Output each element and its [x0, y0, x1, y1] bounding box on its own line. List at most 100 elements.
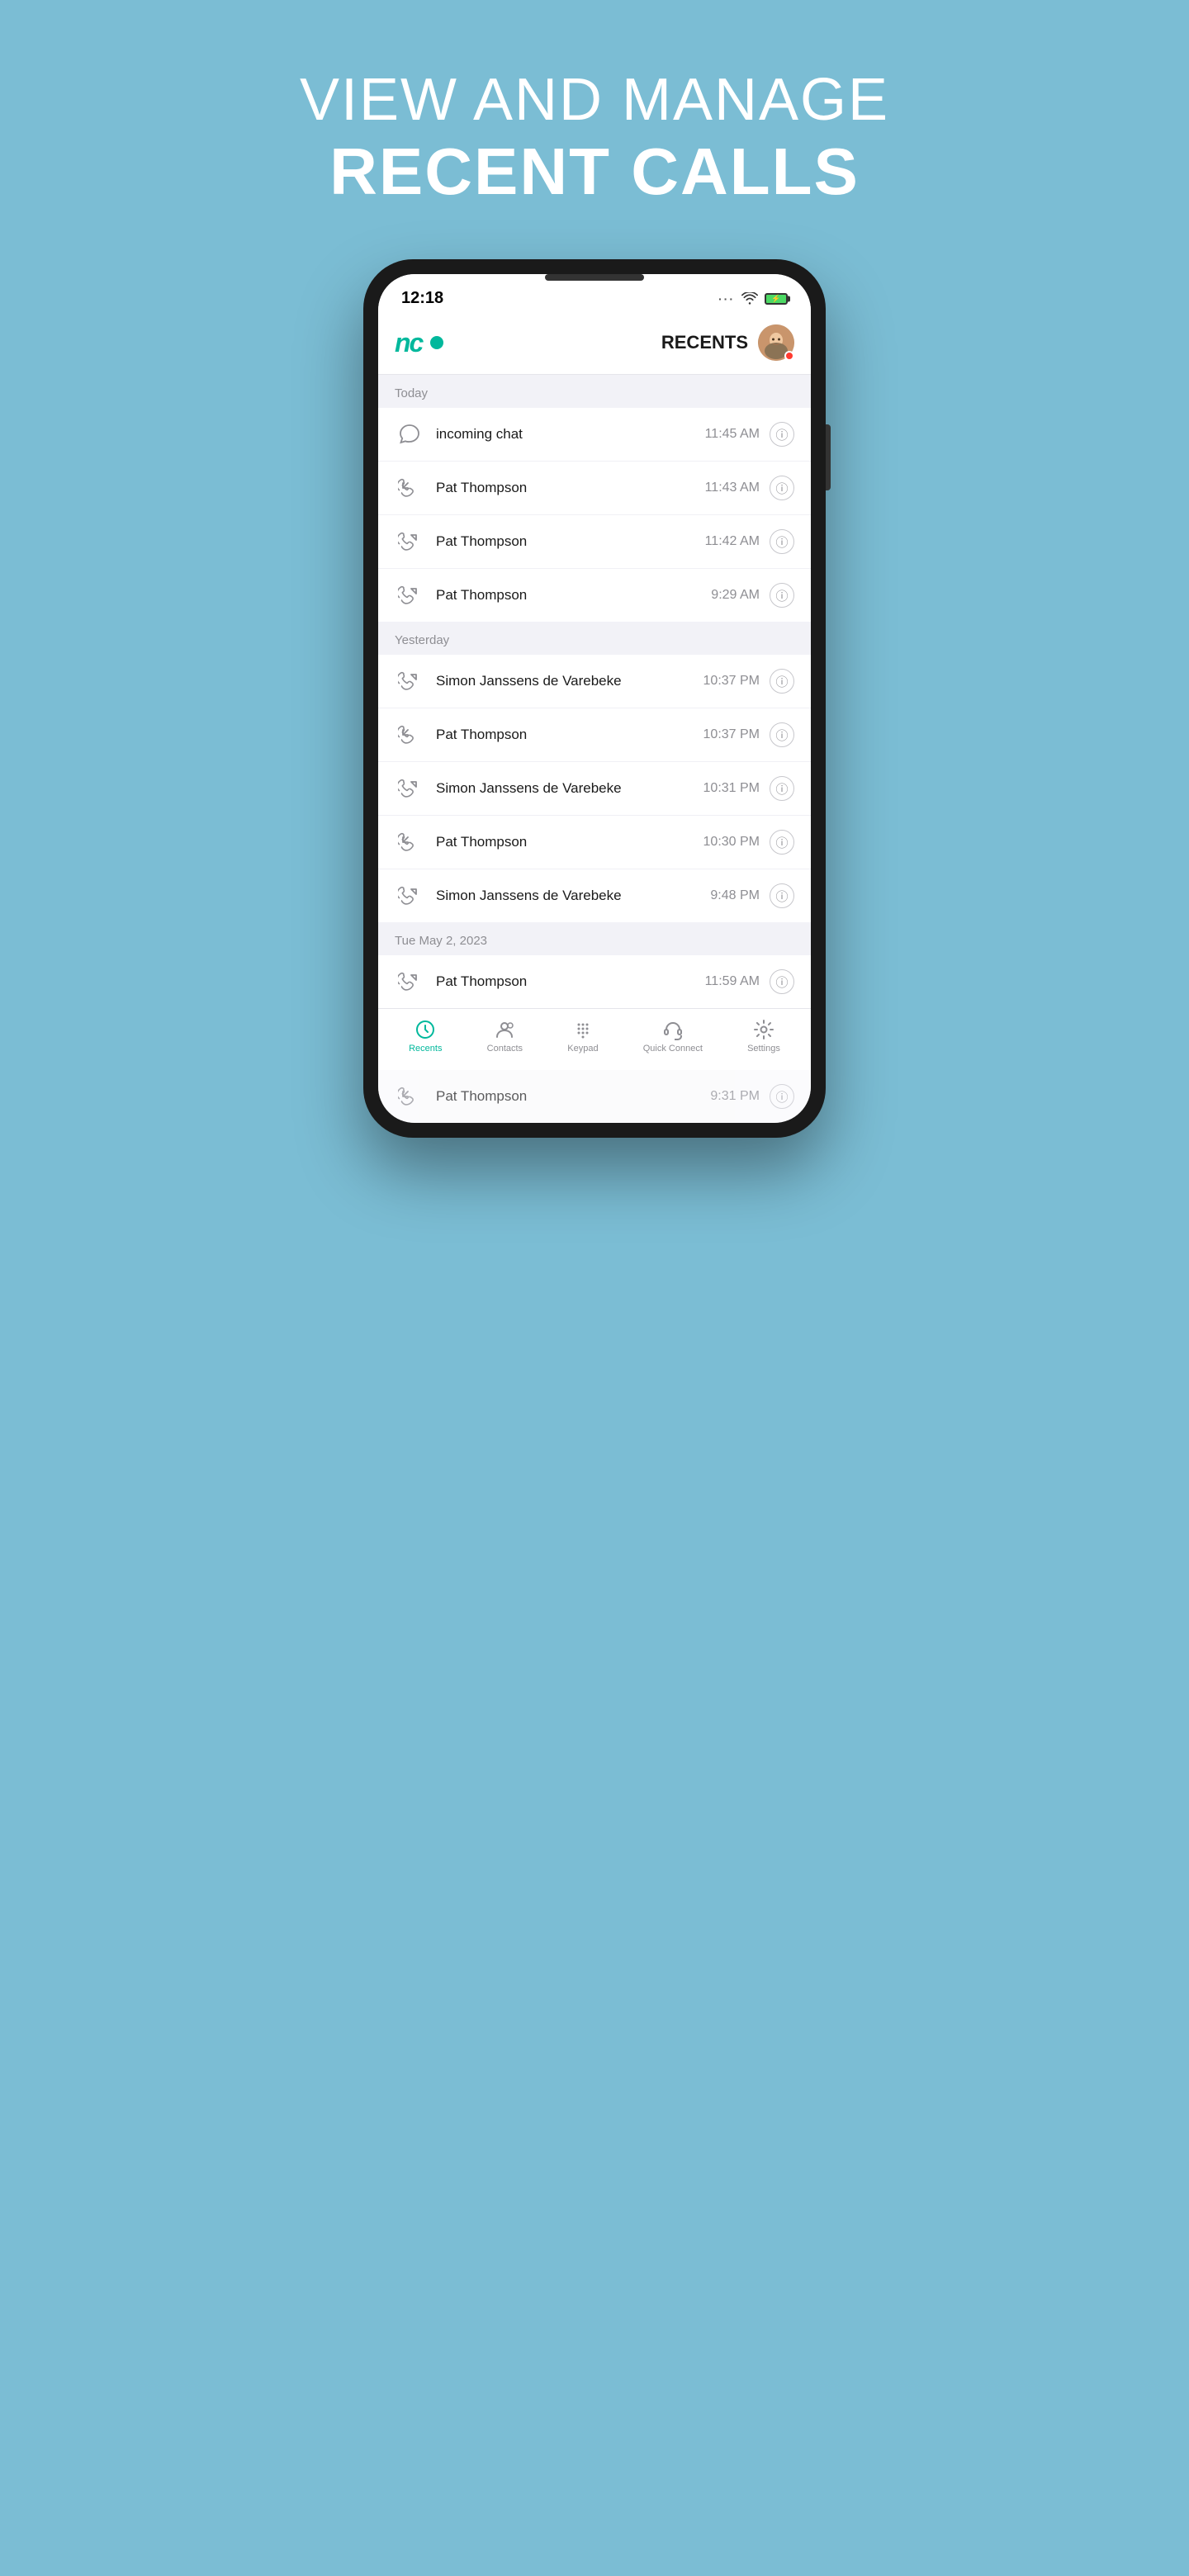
gear-icon [753, 1019, 775, 1040]
grid-icon [572, 1019, 594, 1040]
header-line2: RECENT CALLS [300, 134, 889, 210]
section-may2: Tue May 2, 2023 [378, 922, 811, 955]
call-time: 10:31 PM [703, 781, 760, 796]
clock-icon [414, 1019, 436, 1040]
call-name: Simon Janssens de Varebeke [436, 888, 622, 904]
person-icon [494, 1019, 515, 1040]
tab-bar: Recents Contacts [378, 1008, 811, 1070]
page-header: VIEW AND MANAGE RECENT CALLS [300, 66, 889, 210]
avatar-container[interactable] [758, 324, 794, 361]
battery-icon: ⚡ [765, 293, 788, 305]
call-name: Pat Thompson [436, 480, 527, 496]
call-item[interactable]: Simon Janssens de Varebeke 10:31 PM ⓘ [378, 762, 811, 816]
app-logo: nc [395, 328, 422, 358]
avatar-badge [784, 351, 794, 361]
call-name: Pat Thompson [436, 973, 527, 990]
call-item[interactable]: Simon Janssens de Varebeke 10:37 PM ⓘ [378, 655, 811, 708]
today-list: incoming chat 11:45 AM ⓘ Pat Thompson 11… [378, 408, 811, 622]
call-item[interactable]: Simon Janssens de Varebeke 9:48 PM ⓘ [378, 869, 811, 922]
recents-title: RECENTS [661, 332, 748, 353]
call-list-container: Today incoming chat 11:45 AM ⓘ [378, 375, 811, 1123]
header-right: RECENTS [661, 324, 794, 361]
dots-icon: ··· [718, 292, 735, 305]
call-icon [395, 1082, 424, 1111]
call-time: 11:43 AM [705, 481, 760, 495]
call-name: incoming chat [436, 426, 523, 443]
call-icon [395, 720, 424, 750]
section-today-label: Today [395, 386, 428, 400]
logo-area: nc [395, 328, 443, 358]
may2-list: Pat Thompson 11:59 AM ⓘ [378, 955, 811, 1008]
call-name: Pat Thompson [436, 587, 527, 604]
info-button[interactable]: ⓘ [770, 969, 794, 994]
call-time: 11:59 AM [705, 974, 760, 989]
status-time: 12:18 [401, 289, 443, 308]
call-icon [395, 666, 424, 696]
header-line1: VIEW AND MANAGE [300, 66, 889, 134]
call-item-partial[interactable]: Pat Thompson 9:31 PM ⓘ [378, 1070, 811, 1123]
call-icon [395, 967, 424, 997]
call-item[interactable]: Pat Thompson 10:30 PM ⓘ [378, 816, 811, 869]
call-icon [395, 473, 424, 503]
tab-settings-label: Settings [747, 1044, 780, 1054]
call-icon [395, 419, 424, 449]
phone-screen: 12:18 ··· ⚡ [378, 274, 811, 1123]
call-time: 9:31 PM [710, 1089, 760, 1104]
tab-settings[interactable]: Settings [747, 1019, 780, 1054]
tab-contacts[interactable]: Contacts [487, 1019, 523, 1054]
call-icon [395, 881, 424, 911]
tab-quickconnect-label: Quick Connect [643, 1044, 703, 1054]
call-time: 10:30 PM [703, 835, 760, 850]
call-name: Pat Thompson [436, 727, 527, 743]
call-item[interactable]: Pat Thompson 11:43 AM ⓘ [378, 462, 811, 515]
app-header: nc RECENTS [378, 315, 811, 375]
section-yesterday-label: Yesterday [395, 633, 449, 647]
info-button[interactable]: ⓘ [770, 669, 794, 694]
call-name: Pat Thompson [436, 533, 527, 550]
call-time: 10:37 PM [703, 674, 760, 689]
status-bar: 12:18 ··· ⚡ [378, 274, 811, 315]
call-item[interactable]: incoming chat 11:45 AM ⓘ [378, 408, 811, 462]
info-button[interactable]: ⓘ [770, 529, 794, 554]
call-time: 10:37 PM [703, 727, 760, 742]
call-name: Simon Janssens de Varebeke [436, 673, 622, 689]
tab-recents[interactable]: Recents [409, 1019, 442, 1054]
status-icons: ··· ⚡ [718, 292, 788, 305]
call-time: 9:29 AM [711, 588, 760, 603]
call-item[interactable]: Pat Thompson 9:29 AM ⓘ [378, 569, 811, 622]
call-item[interactable]: Pat Thompson 11:42 AM ⓘ [378, 515, 811, 569]
tab-recents-label: Recents [409, 1044, 442, 1054]
call-icon [395, 580, 424, 610]
call-icon [395, 774, 424, 803]
yesterday-list: Simon Janssens de Varebeke 10:37 PM ⓘ Pa… [378, 655, 811, 922]
call-time: 11:42 AM [705, 534, 760, 549]
call-time: 9:48 PM [710, 888, 760, 903]
call-name: Simon Janssens de Varebeke [436, 780, 622, 797]
call-time: 11:45 AM [705, 427, 760, 442]
online-dot [430, 336, 443, 349]
tab-keypad[interactable]: Keypad [567, 1019, 598, 1054]
info-button[interactable]: ⓘ [770, 422, 794, 447]
call-icon [395, 527, 424, 556]
info-button[interactable]: ⓘ [770, 722, 794, 747]
call-item[interactable]: Pat Thompson 10:37 PM ⓘ [378, 708, 811, 762]
wifi-icon [741, 292, 758, 305]
phone-shell: 12:18 ··· ⚡ [363, 259, 826, 1138]
call-name: Pat Thompson [436, 834, 527, 850]
info-button[interactable]: ⓘ [770, 830, 794, 855]
info-button[interactable]: ⓘ [770, 476, 794, 500]
section-today: Today [378, 375, 811, 408]
info-button[interactable]: ⓘ [770, 583, 794, 608]
info-button[interactable]: ⓘ [770, 883, 794, 908]
tab-keypad-label: Keypad [567, 1044, 598, 1054]
call-icon [395, 827, 424, 857]
headset-icon [662, 1019, 684, 1040]
section-yesterday: Yesterday [378, 622, 811, 655]
info-button[interactable]: ⓘ [770, 776, 794, 801]
call-item[interactable]: Pat Thompson 11:59 AM ⓘ [378, 955, 811, 1008]
tab-quickconnect[interactable]: Quick Connect [643, 1019, 703, 1054]
tab-contacts-label: Contacts [487, 1044, 523, 1054]
info-button[interactable]: ⓘ [770, 1084, 794, 1109]
call-name: Pat Thompson [436, 1088, 527, 1105]
section-may2-label: Tue May 2, 2023 [395, 934, 487, 948]
